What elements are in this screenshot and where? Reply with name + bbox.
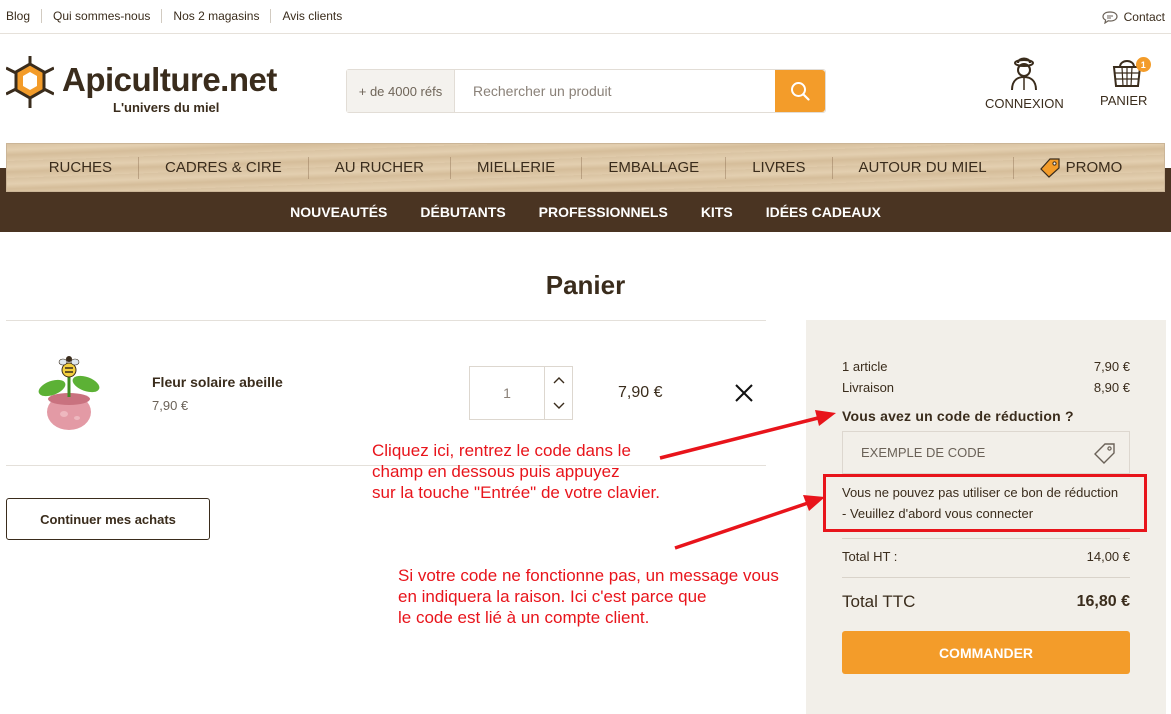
nav-item-label: CADRES & CIRE [165, 158, 282, 176]
nav-item-label: AU RUCHER [334, 158, 424, 176]
beekeeper-user-icon [1011, 57, 1038, 91]
quantity-stepper[interactable]: 1 [469, 366, 573, 420]
contact-link[interactable]: Contact [1102, 10, 1165, 24]
discount-code-toggle[interactable]: Vous avez un code de réduction ? [842, 408, 1074, 424]
sub-nav: NOUVEAUTÉS DÉBUTANTS PROFESSIONNELS KITS… [0, 192, 1171, 232]
shipping-label: Livraison [842, 380, 895, 395]
top-links-bar: Blog Qui sommes-nous Nos 2 magasins Avis… [0, 0, 1171, 34]
nav-item-label: EMBALLAGE [608, 158, 700, 176]
cart-count-badge: 1 [1135, 57, 1151, 72]
order-button[interactable]: COMMANDER [842, 631, 1130, 674]
nav-item-ruches[interactable]: RUCHES [23, 157, 138, 179]
main-nav: RUCHES CADRES & CIRE AU RUCHER MIELLERIE… [6, 143, 1165, 192]
divider [6, 320, 766, 321]
summary-total-ht-row: Total HT : 14,00 € [842, 549, 1130, 564]
total-ttc-value: 16,80 € [1076, 593, 1130, 610]
top-links: Blog Qui sommes-nous Nos 2 magasins Avis… [6, 9, 353, 23]
total-ht-value: 14,00 € [1086, 549, 1130, 564]
chevron-up-icon [553, 377, 564, 384]
annotation-note-1: Cliquez ici, rentrez le code dans le cha… [372, 440, 660, 503]
login-button[interactable]: CONNEXION [985, 55, 1064, 111]
annotation-line: le code est lié à un compte client. [398, 608, 650, 627]
cart-button[interactable]: 1 PANIER [1100, 55, 1151, 108]
subnav-item-nouveautes[interactable]: NOUVEAUTÉS [290, 204, 387, 220]
search-bar: + de 4000 réfs Rechercher un produit [346, 69, 826, 113]
summary-articles-row: 1 article 7,90 € [842, 359, 1130, 374]
nav-item-rucher[interactable]: AU RUCHER [307, 156, 450, 179]
annotation-line: sur la touche "Entrée" de votre clavier. [372, 483, 660, 502]
cart-label: PANIER [1100, 93, 1148, 108]
nav-item-label: LIVRES [752, 158, 806, 176]
articles-label: 1 article [842, 359, 888, 374]
quantity-arrows [544, 367, 572, 419]
nav-item-emballage[interactable]: EMBALLAGE [581, 156, 725, 179]
top-link-reviews[interactable]: Avis clients [270, 9, 353, 23]
nav-item-label: AUTOUR DU MIEL [858, 158, 987, 176]
nav-item-promo[interactable]: PROMO [1012, 156, 1149, 179]
page-title: Panier [545, 270, 626, 300]
logo-tagline: L'univers du miel [113, 100, 220, 115]
nav-item-livres[interactable]: LIVRES [725, 156, 831, 179]
nav-item-label: PROMO [1065, 158, 1123, 176]
chevron-down-icon [553, 402, 564, 409]
price-tag-icon [1039, 157, 1060, 178]
top-link-stores[interactable]: Nos 2 magasins [161, 9, 270, 23]
nav-item-label: RUCHES [48, 158, 113, 176]
summary-shipping-row: Livraison 8,90 € [842, 380, 1130, 395]
chat-bubble-icon [1102, 10, 1118, 24]
subnav-item-kits[interactable]: KITS [701, 204, 733, 220]
close-icon[interactable] [734, 383, 754, 403]
contact-label: Contact [1123, 10, 1165, 24]
search-input[interactable]: Rechercher un produit [455, 70, 775, 112]
line-total: 7,90 € [618, 384, 663, 401]
annotation-note-2: Si votre code ne fonctionne pas, un mess… [398, 565, 779, 628]
shipping-value: 8,90 € [1093, 380, 1130, 395]
product-name[interactable]: Fleur solaire abeille [152, 374, 283, 390]
discount-code-placeholder: EXEMPLE DE CODE [861, 445, 986, 460]
nav-item-autour-du-miel[interactable]: AUTOUR DU MIEL [831, 156, 1013, 179]
top-link-about[interactable]: Qui sommes-nous [41, 9, 161, 23]
nav-item-miellerie[interactable]: MIELLERIE [449, 156, 581, 179]
quantity-decrease-button[interactable] [545, 393, 572, 419]
discount-code-input[interactable]: EXEMPLE DE CODE [842, 431, 1130, 474]
search-icon [791, 82, 810, 101]
login-label: CONNEXION [985, 96, 1064, 111]
annotation-line: Cliquez ici, rentrez le code dans le [372, 441, 631, 460]
honeycomb-logo-icon[interactable] [6, 56, 54, 108]
search-refs-count: + de 4000 réfs [347, 70, 455, 112]
product-unit-price: 7,90 € [152, 398, 189, 413]
subnav-item-debutants[interactable]: DÉBUTANTS [420, 204, 505, 220]
quantity-value[interactable]: 1 [470, 367, 544, 419]
continue-shopping-button[interactable]: Continuer mes achats [6, 498, 210, 540]
annotation-highlight-box [823, 474, 1147, 532]
annotation-line: Si votre code ne fonctionne pas, un mess… [398, 566, 779, 585]
nav-item-cadres[interactable]: CADRES & CIRE [138, 156, 308, 179]
product-image[interactable] [34, 352, 104, 432]
search-button[interactable] [775, 70, 825, 112]
top-link-blog[interactable]: Blog [6, 9, 41, 23]
articles-value: 7,90 € [1093, 359, 1130, 374]
annotation-line: champ en dessous puis appuyez [372, 462, 620, 481]
subnav-item-professionnels[interactable]: PROFESSIONNELS [539, 204, 668, 220]
quantity-increase-button[interactable] [545, 367, 572, 393]
total-ht-label: Total HT : [842, 549, 898, 564]
divider [842, 577, 1130, 578]
divider [842, 538, 1130, 539]
logo-name[interactable]: Apiculture.net [62, 60, 277, 100]
nav-item-label: MIELLERIE [476, 158, 556, 176]
tag-icon [1094, 442, 1115, 464]
subnav-item-idees-cadeaux[interactable]: IDÉES CADEAUX [766, 204, 881, 220]
annotation-line: en indiquera la raison. Ici c'est parce … [398, 587, 707, 606]
